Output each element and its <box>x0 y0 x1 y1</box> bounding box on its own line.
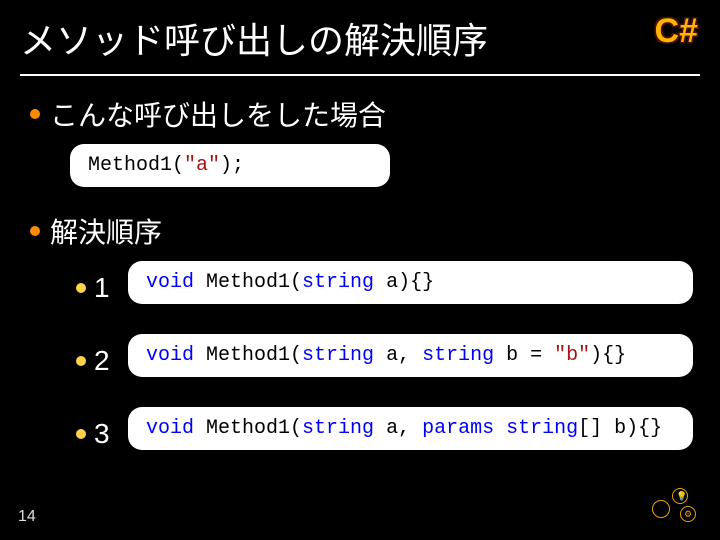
slide-title: メソッド呼び出しの解決順序 <box>0 12 720 74</box>
section-2-heading-row: 解決順序 <box>30 211 700 251</box>
kw-void: void <box>146 417 194 440</box>
sig-lit: "b" <box>554 344 590 367</box>
section-1-heading-row: こんな呼び出しをした場合 <box>30 94 700 134</box>
sig-tail: [] b){} <box>578 417 662 440</box>
bullet-icon <box>76 356 86 366</box>
kw-void: void <box>146 344 194 367</box>
code-call-arg: "a" <box>184 154 220 177</box>
order-item-3: 3 void Method1(string a, params string[]… <box>76 403 700 464</box>
kw-void: void <box>146 271 194 294</box>
order-item-1: 1 void Method1(string a){} <box>76 257 700 318</box>
bullet-icon <box>76 283 86 293</box>
csharp-logo: C# <box>655 12 698 51</box>
kw-string: string <box>506 417 578 440</box>
slide: メソッド呼び出しの解決順序 C# こんな呼び出しをした場合 Method1("a… <box>0 0 720 540</box>
sig-tail: ){} <box>590 344 626 367</box>
code-open: ( <box>172 154 184 177</box>
kw-string: string <box>302 271 374 294</box>
sig-mid: a, <box>374 417 422 440</box>
kw-string: string <box>302 417 374 440</box>
order-item-2: 2 void Method1(string a, string b = "b")… <box>76 330 700 391</box>
code-sig-1: void Method1(string a){} <box>128 261 693 304</box>
sig-sp <box>494 417 506 440</box>
bullet-icon <box>76 429 86 439</box>
section-2-heading: 解決順序 <box>50 211 162 251</box>
page-number: 14 <box>18 508 36 526</box>
code-sig-3: void Method1(string a, params string[] b… <box>128 407 693 450</box>
sig-name: Method1( <box>194 344 302 367</box>
bullet-icon <box>30 226 40 236</box>
sig-name: Method1( <box>194 271 302 294</box>
code-call-box: Method1("a"); <box>70 144 390 187</box>
order-num-2: 2 <box>94 345 116 377</box>
title-rule <box>20 74 700 76</box>
code-call-name: Method1 <box>88 154 172 177</box>
kw-string: string <box>422 344 494 367</box>
order-num-3: 3 <box>94 418 116 450</box>
sig-mid2: b = <box>494 344 554 367</box>
kw-string: string <box>302 344 374 367</box>
sig-mid: a, <box>374 344 422 367</box>
sig-tail: a){} <box>374 271 434 294</box>
section-1-heading: こんな呼び出しをした場合 <box>50 94 386 134</box>
code-sig-2: void Method1(string a, string b = "b"){} <box>128 334 693 377</box>
bullet-icon <box>30 109 40 119</box>
order-num-1: 1 <box>94 272 116 304</box>
kw-params: params <box>422 417 494 440</box>
footer-decoration-icon: 💡 ⚙ <box>650 486 702 526</box>
sig-name: Method1( <box>194 417 302 440</box>
code-close: ); <box>220 154 244 177</box>
slide-content: こんな呼び出しをした場合 Method1("a"); 解決順序 1 void M… <box>0 88 720 464</box>
